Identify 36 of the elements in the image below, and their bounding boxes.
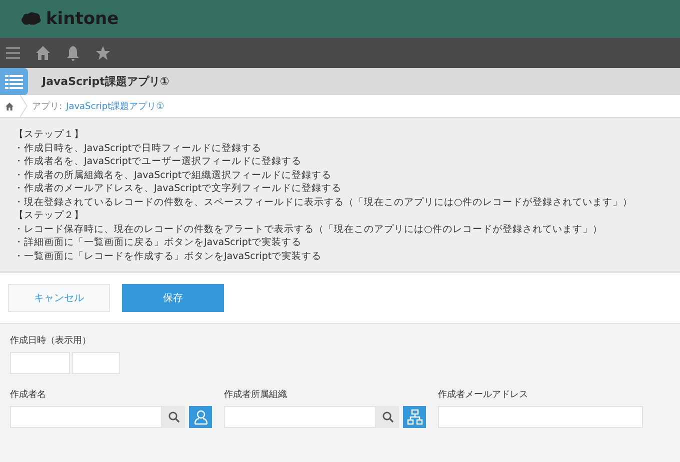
email-field[interactable] (438, 406, 643, 428)
org-chart-icon[interactable] (403, 406, 426, 428)
field-label: 作成者名 (10, 388, 47, 401)
description-line: 【ステップ２】 (14, 209, 85, 222)
bell-icon[interactable] (65, 45, 81, 61)
breadcrumb-link[interactable]: JavaScript課題アプリ① (66, 100, 164, 112)
description-line: ・一覧画面に「レコードを作成する」ボタンをJavaScriptで実装する (14, 250, 323, 263)
search-icon[interactable] (376, 406, 399, 428)
description-line: ・作成者の所属組織名を、JavaScriptで組織選択フィールドに登録する (14, 168, 333, 182)
app-title: JavaScript課題アプリ① (42, 74, 170, 89)
organization-field[interactable] (224, 406, 376, 428)
field-label: 作成者メールアドレス (438, 388, 529, 401)
description-line: ・作成者名を、JavaScriptでユーザー選択フィールドに登録する (14, 155, 303, 168)
time-field[interactable] (72, 352, 120, 374)
description-line: ・現在登録されているレコードの件数を、スペースフィールドに表示する（「現在このアプリには○件のレコードが登録されています」） (14, 196, 634, 209)
field-label: 作成日時（表示用） (10, 334, 92, 347)
home-icon[interactable] (5, 102, 14, 110)
description-line: ・作成者のメールアドレスを、JavaScriptで文字列フィールドに登録する (14, 182, 343, 196)
description-line: ・作成日時を、JavaScriptで日時フィールドに登録する (14, 142, 263, 155)
cloud-logo-icon (20, 11, 42, 27)
list-icon[interactable] (0, 68, 28, 95)
home-icon[interactable] (35, 45, 51, 61)
search-icon[interactable] (162, 406, 185, 428)
logo-text: kintone (46, 9, 119, 29)
user-field[interactable] (10, 406, 162, 428)
breadcrumb-label: アプリ: (32, 100, 62, 112)
description-line: 【ステップ１】 (14, 128, 85, 142)
date-field[interactable] (10, 352, 70, 374)
description-line: ・レコード保存時に、現在のレコードの件数をアラートで表示する（「現在このアプリには○件のレコードが登録されています」） (14, 222, 604, 236)
save-button[interactable]: 保存 (122, 284, 224, 312)
menu-icon[interactable] (5, 45, 21, 61)
cancel-button[interactable]: キャンセル (8, 284, 110, 312)
person-icon[interactable] (189, 406, 212, 428)
description-line: ・詳細画面に「一覧画面に戻る」ボタンをJavaScriptで実装する (14, 236, 303, 250)
field-label: 作成者所属組織 (224, 388, 288, 401)
star-icon[interactable] (95, 45, 111, 61)
